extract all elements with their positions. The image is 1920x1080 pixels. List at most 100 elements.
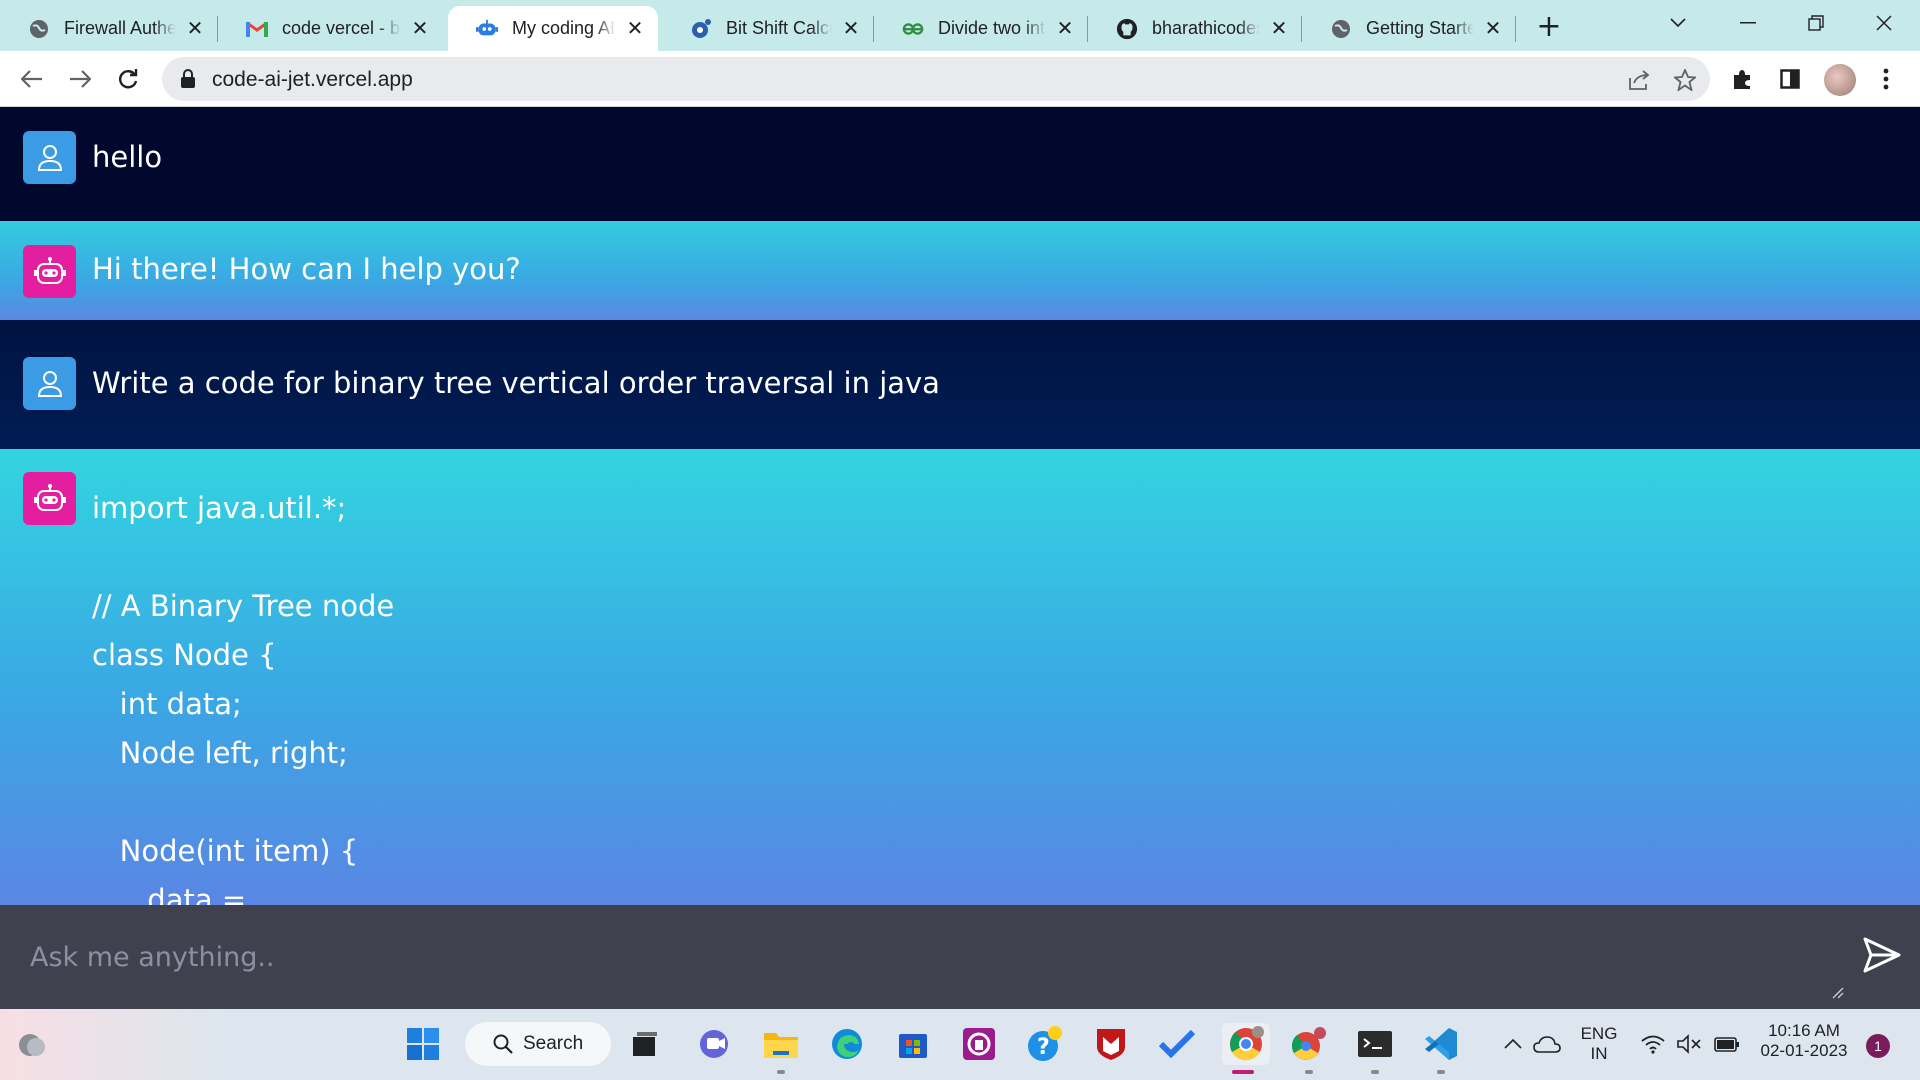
send-icon[interactable] xyxy=(1862,935,1902,975)
todo-check-icon[interactable] xyxy=(1156,1023,1198,1065)
message-text: hello xyxy=(92,140,163,174)
close-tab-icon[interactable]: ✕ xyxy=(409,18,431,40)
globe-icon xyxy=(1330,18,1352,40)
gmail-icon xyxy=(246,18,268,40)
tab-strip: Firewall Authentication ✕ code vercel - … xyxy=(0,0,1920,51)
bot-avatar xyxy=(23,245,76,298)
tab-title: Getting Started xyxy=(1366,18,1474,38)
more-menu-icon[interactable] xyxy=(1870,63,1902,95)
share-icon[interactable] xyxy=(1626,67,1652,93)
code-response-text: import java.util.*; // A Binary Tree nod… xyxy=(92,491,395,905)
user-avatar xyxy=(23,131,76,184)
chat-message-user: hello xyxy=(0,107,1920,221)
file-explorer-icon[interactable] xyxy=(760,1023,802,1074)
microsoft-store-icon[interactable] xyxy=(892,1023,934,1065)
chat-message-bot: import java.util.*; // A Binary Tree nod… xyxy=(0,449,1920,905)
forward-arrow-icon[interactable] xyxy=(64,63,96,95)
region-code: IN xyxy=(1590,1044,1608,1063)
running-indicator xyxy=(777,1070,785,1074)
textarea-resize-handle[interactable] xyxy=(1832,987,1844,999)
chrome-icon[interactable] xyxy=(1222,1023,1270,1074)
close-tab-icon[interactable]: ✕ xyxy=(1482,18,1504,40)
extensions-puzzle-icon[interactable] xyxy=(1726,63,1758,95)
robot-icon xyxy=(476,18,498,40)
taskbar-search[interactable]: Search xyxy=(465,1022,611,1066)
edge-browser-icon[interactable] xyxy=(826,1023,868,1065)
tab-title: code vercel - b xyxy=(282,18,401,38)
globe-icon xyxy=(28,18,50,40)
task-view-icon[interactable] xyxy=(624,1023,666,1065)
input-language[interactable]: ENG IN xyxy=(1572,1024,1626,1064)
chat-message-user: Write a code for binary tree vertical or… xyxy=(0,320,1920,449)
side-panel-icon[interactable] xyxy=(1774,63,1806,95)
clock-time: 10:16 AM xyxy=(1768,1021,1840,1040)
close-tab-icon[interactable]: ✕ xyxy=(184,18,206,40)
user-icon xyxy=(37,144,62,171)
lock-icon[interactable] xyxy=(180,69,196,89)
close-tab-icon[interactable]: ✕ xyxy=(624,18,646,40)
terminal-icon[interactable] xyxy=(1354,1023,1396,1074)
close-tab-icon[interactable]: ✕ xyxy=(1054,18,1076,40)
reload-icon[interactable] xyxy=(112,63,144,95)
robot-icon xyxy=(33,256,66,284)
tab-github-bharathicodes[interactable]: bharathicodes ✕ xyxy=(1088,6,1302,51)
chrome-profile-icon[interactable] xyxy=(1288,1023,1330,1074)
tab-separator xyxy=(1515,16,1516,42)
tab-getting-started[interactable]: Getting Started ✕ xyxy=(1302,6,1516,51)
clock-date: 02-01-2023 xyxy=(1760,1041,1848,1060)
weather-widget-icon[interactable] xyxy=(12,1023,54,1065)
prompt-form xyxy=(0,905,1920,1009)
restore-window-icon[interactable] xyxy=(1788,6,1844,40)
search-label: Search xyxy=(523,1033,584,1054)
start-windows-icon[interactable] xyxy=(402,1023,444,1065)
tab-firewall-authentication[interactable]: Firewall Authentication ✕ xyxy=(0,6,218,51)
teams-chat-icon[interactable] xyxy=(694,1023,736,1065)
profile-avatar[interactable] xyxy=(1824,64,1856,96)
bot-avatar xyxy=(23,472,76,525)
svg-text:?: ? xyxy=(1037,1035,1050,1060)
search-icon xyxy=(493,1034,513,1054)
tab-bit-shift-calculator[interactable]: Bit Shift Calculator ✕ xyxy=(662,6,874,51)
notification-badge[interactable]: 1 xyxy=(1866,1034,1890,1058)
running-indicator xyxy=(1305,1070,1313,1074)
onedrive-cloud-icon[interactable] xyxy=(1530,1023,1564,1065)
github-icon xyxy=(1116,18,1138,40)
language-code: ENG xyxy=(1580,1024,1618,1043)
wifi-icon[interactable] xyxy=(1636,1023,1670,1065)
close-tab-icon[interactable]: ✕ xyxy=(1268,18,1290,40)
tab-code-vercel[interactable]: code vercel - b ✕ xyxy=(218,6,443,51)
app-purple-icon[interactable] xyxy=(958,1023,1000,1065)
message-text: Write a code for binary tree vertical or… xyxy=(92,366,940,400)
chat-container: hello Hi there! How can I help you? Writ… xyxy=(0,107,1920,905)
close-window-icon[interactable] xyxy=(1856,6,1912,40)
address-bar[interactable]: code-ai-jet.vercel.app xyxy=(162,57,1710,101)
vscode-icon[interactable] xyxy=(1420,1023,1462,1074)
back-arrow-icon[interactable] xyxy=(16,63,48,95)
tab-title: Bit Shift Calculator xyxy=(726,18,832,38)
url-text[interactable]: code-ai-jet.vercel.app xyxy=(212,68,413,92)
chat-message-bot: Hi there! How can I help you? xyxy=(0,221,1920,320)
bookmark-star-icon[interactable] xyxy=(1672,67,1698,93)
mcafee-icon[interactable] xyxy=(1090,1023,1132,1065)
battery-icon[interactable] xyxy=(1710,1023,1744,1065)
bitshift-icon xyxy=(690,18,712,40)
prompt-input[interactable] xyxy=(30,935,1810,979)
user-icon xyxy=(37,370,62,397)
message-text: Hi there! How can I help you? xyxy=(92,252,521,286)
user-avatar xyxy=(23,357,76,410)
close-tab-icon[interactable]: ✕ xyxy=(840,18,862,40)
robot-icon xyxy=(33,483,66,511)
gfg-icon xyxy=(902,18,924,40)
tab-divide-two-integers[interactable]: Divide two integers ✕ xyxy=(874,6,1088,51)
tab-title: bharathicodes xyxy=(1152,18,1260,38)
running-indicator xyxy=(1437,1070,1445,1074)
new-tab-button[interactable]: + xyxy=(1533,9,1565,44)
clock[interactable]: 10:16 AM 02-01-2023 xyxy=(1754,1021,1854,1061)
minimize-window-icon[interactable] xyxy=(1720,6,1776,40)
tab-my-coding-ai[interactable]: My coding AI ✕ xyxy=(448,6,658,51)
show-hidden-icons-chevron-icon[interactable] xyxy=(1498,1023,1528,1065)
running-indicator xyxy=(1232,1070,1254,1074)
help-icon[interactable]: ? xyxy=(1024,1023,1066,1065)
tab-search-chevron-icon[interactable] xyxy=(1650,6,1706,40)
volume-muted-icon[interactable] xyxy=(1672,1023,1706,1065)
